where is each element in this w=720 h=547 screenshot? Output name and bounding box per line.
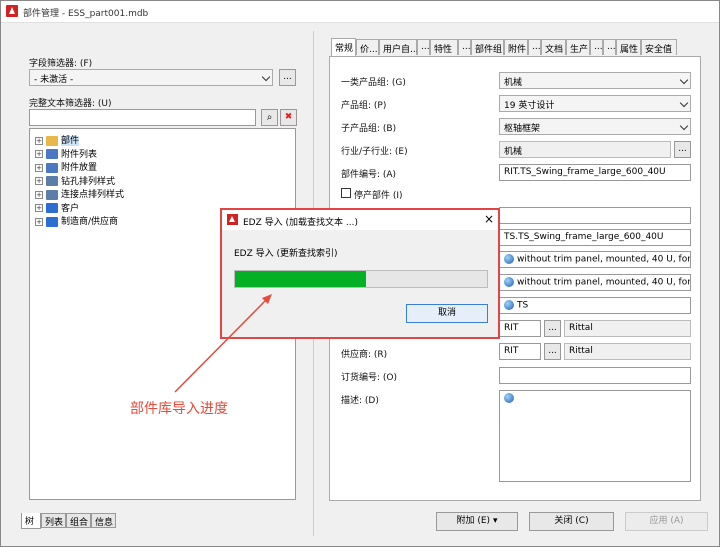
annotation-label: 部件库导入进度: [130, 401, 228, 417]
annotation-arrow: [174, 294, 272, 393]
